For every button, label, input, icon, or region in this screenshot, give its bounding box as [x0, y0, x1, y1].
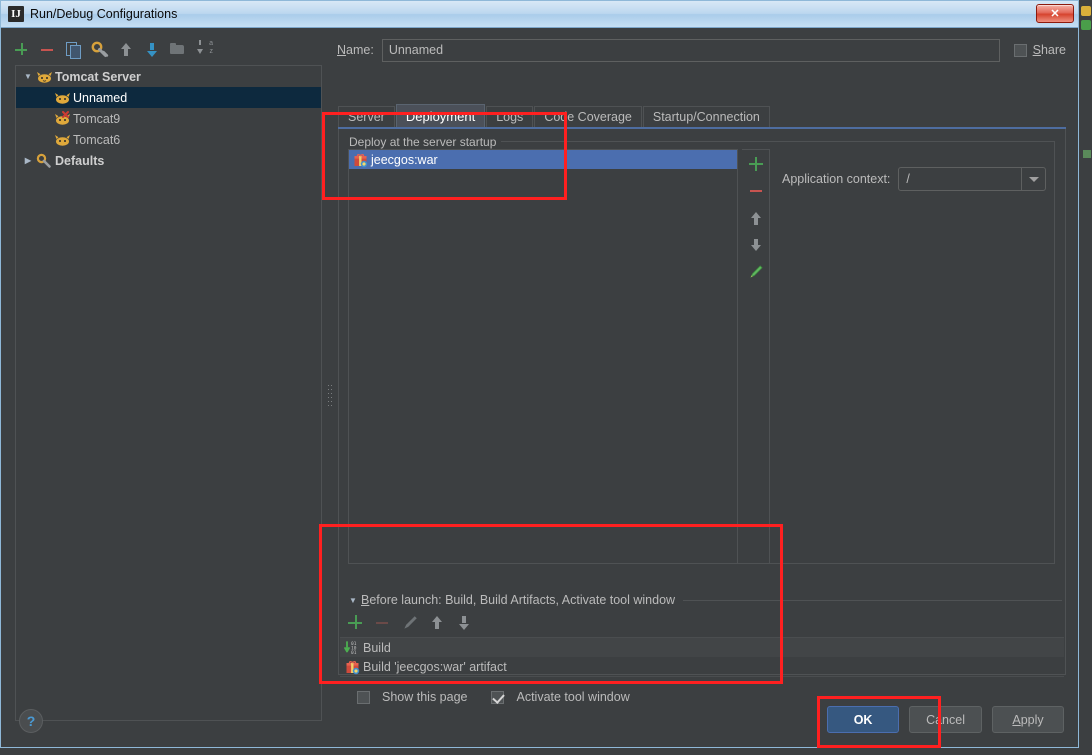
configurations-tree[interactable]: ▼ Tomcat Server Unnamed Tomcat9 Tomcat6 …	[15, 65, 322, 721]
tree-node-defaults[interactable]: ▶ Defaults	[16, 150, 321, 171]
add-configuration-icon[interactable]	[13, 41, 31, 59]
show-this-page-label: Show this page	[382, 690, 468, 704]
share-label: Share	[1032, 43, 1066, 57]
activate-tool-window-checkbox-box[interactable]	[491, 690, 505, 704]
ok-button[interactable]: OK	[827, 706, 900, 733]
move-artifact-up-icon[interactable]	[748, 210, 764, 226]
dialog-title: Run/Debug Configurations	[30, 7, 178, 21]
ide-bg-icon-1	[1081, 6, 1091, 16]
intellij-idea-icon: IJ	[8, 6, 24, 22]
list-item-label: Build 'jeecgos:war' artifact	[363, 659, 507, 674]
name-input[interactable]	[381, 38, 1000, 62]
help-icon[interactable]: ?	[19, 709, 43, 733]
chevron-right-icon[interactable]: ▶	[20, 156, 36, 165]
sort-alpha-icon[interactable]	[195, 40, 213, 59]
close-icon[interactable]: ✕	[1036, 4, 1074, 23]
tree-node-label: Defaults	[55, 153, 105, 168]
before-launch-title: Before launch: Build, Build Artifacts, A…	[361, 593, 676, 607]
configuration-name-row: Name: Share	[337, 37, 1066, 63]
dialog-body: ▼ Tomcat Server	[1, 29, 1078, 747]
dialog-titlebar: IJ Run/Debug Configurations ✕	[1, 1, 1078, 28]
share-checkbox-box[interactable]	[1013, 43, 1027, 57]
list-item[interactable]: jeecgos:war	[349, 150, 737, 169]
tomcat-icon	[54, 90, 71, 106]
chevron-down-icon[interactable]: ▼	[349, 596, 361, 605]
move-task-down-icon[interactable]	[455, 614, 473, 632]
run-debug-configurations-dialog: IJ Run/Debug Configurations ✕ a z ▼ Tomc…	[0, 0, 1079, 748]
application-context-label: Application context:	[782, 172, 891, 186]
dialog-button-row: OK Cancel Apply	[827, 706, 1064, 733]
move-up-icon[interactable]	[117, 41, 135, 59]
cancel-button[interactable]: Cancel	[909, 706, 982, 733]
tomcat-icon	[54, 132, 71, 148]
tomcat-error-icon	[54, 110, 71, 127]
remove-task-icon[interactable]	[374, 614, 392, 632]
tree-node-tomcat-server[interactable]: ▼ Tomcat Server	[16, 66, 321, 87]
wrench-icon	[36, 153, 53, 169]
war-artifact-icon	[352, 152, 369, 168]
remove-configuration-icon[interactable]	[39, 41, 57, 59]
tab-code-coverage[interactable]: Code Coverage	[534, 106, 642, 127]
tomcat-icon	[36, 69, 53, 85]
tab-deployment[interactable]: Deployment	[395, 104, 486, 127]
compile-icon: 01 10 01	[344, 640, 361, 656]
ide-background-strip	[1079, 0, 1092, 755]
tree-node-label: Unnamed	[73, 90, 128, 105]
artifact-list-buttons	[742, 149, 770, 564]
list-item[interactable]: Build 'jeecgos:war' artifact	[340, 657, 1064, 676]
svg-text:01: 01	[351, 650, 357, 656]
deploy-at-startup-legend: Deploy at the server startup	[349, 135, 502, 149]
application-context-row: Application context: /	[782, 167, 1047, 191]
show-this-page-checkbox[interactable]: Show this page	[351, 690, 467, 704]
wrench-icon[interactable]	[91, 41, 109, 59]
list-item-label: Build	[363, 640, 391, 655]
application-context-value: /	[906, 172, 910, 186]
move-artifact-down-icon[interactable]	[748, 237, 764, 253]
list-item-label: jeecgos:war	[371, 152, 438, 167]
desktop-background: IJ Run/Debug Configurations ✕ a z ▼ Tomc…	[0, 0, 1092, 755]
deployment-artifact-list[interactable]: jeecgos:war	[348, 149, 738, 564]
copy-configuration-icon[interactable]	[65, 41, 83, 59]
chevron-down-icon[interactable]	[1021, 168, 1045, 190]
list-item[interactable]: 01 10 01 Build	[340, 638, 1064, 657]
ide-bg-icon-2	[1081, 20, 1091, 30]
share-checkbox[interactable]: Share	[1013, 43, 1066, 57]
activate-tool-window-checkbox[interactable]: Activate tool window	[485, 690, 630, 704]
remove-artifact-icon[interactable]	[748, 183, 764, 199]
before-launch-task-list[interactable]: 01 10 01 Build Build 'jeecgos:war' artif…	[340, 637, 1064, 677]
tree-node-label: Tomcat6	[73, 132, 121, 147]
before-launch-divider	[683, 599, 1062, 601]
panel-splitter[interactable]	[326, 65, 334, 721]
tree-node-unnamed[interactable]: Unnamed	[16, 87, 321, 108]
tab-startup-connection[interactable]: Startup/Connection	[642, 106, 770, 127]
before-launch-checkboxes: Show this page Activate tool window	[351, 690, 630, 704]
name-label: Name:	[337, 43, 374, 57]
move-down-icon[interactable]	[143, 41, 161, 59]
before-launch-header: ▼ Before launch: Build, Build Artifacts,…	[349, 591, 1062, 609]
move-task-up-icon[interactable]	[428, 614, 446, 632]
show-this-page-checkbox-box[interactable]	[357, 690, 370, 704]
tree-node-label: Tomcat9	[73, 111, 121, 126]
folder-icon[interactable]	[169, 41, 187, 59]
tab-server[interactable]: Server	[338, 106, 395, 127]
ide-bg-icon-3	[1083, 150, 1091, 158]
splitter-handle-dots	[328, 385, 332, 415]
activate-tool-window-label: Activate tool window	[516, 690, 630, 704]
before-launch-toolbar	[347, 614, 473, 632]
chevron-down-icon[interactable]: ▼	[20, 72, 36, 81]
tree-node-tomcat9[interactable]: Tomcat9	[16, 108, 321, 129]
edit-task-pencil-icon[interactable]	[401, 614, 419, 632]
tree-node-tomcat6[interactable]: Tomcat6	[16, 129, 321, 150]
configuration-tabs[interactable]: Server Deployment Logs Code Coverage Sta…	[338, 104, 1066, 127]
add-task-icon[interactable]	[347, 614, 365, 632]
tree-node-label: Tomcat Server	[55, 69, 141, 84]
war-artifact-icon	[344, 659, 361, 675]
tab-logs[interactable]: Logs	[486, 106, 534, 127]
apply-button[interactable]: Apply	[992, 706, 1064, 733]
application-context-combobox[interactable]: /	[898, 167, 1047, 191]
configurations-toolbar	[13, 37, 213, 63]
edit-artifact-pencil-icon[interactable]	[748, 264, 764, 280]
add-artifact-icon[interactable]	[748, 156, 764, 172]
